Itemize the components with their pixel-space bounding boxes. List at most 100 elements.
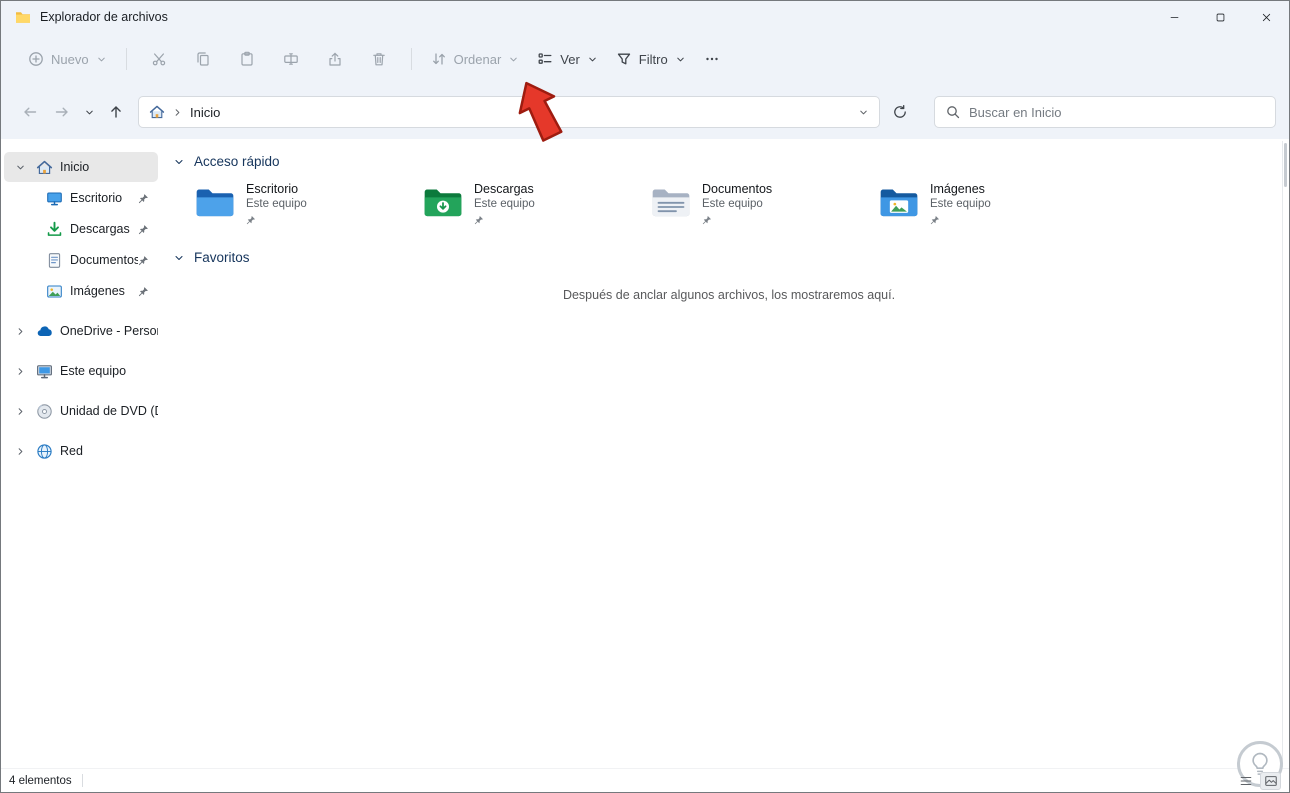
delete-button[interactable] (357, 41, 401, 77)
up-icon (111, 106, 121, 118)
view-button[interactable]: Ver (528, 43, 607, 75)
refresh-button[interactable] (884, 96, 916, 128)
quick-access-item-descargas[interactable]: Descargas Este equipo (423, 182, 651, 225)
pin-icon (138, 193, 149, 204)
minimize-button[interactable] (1151, 1, 1197, 33)
documents-icon (46, 252, 63, 269)
item-text: Escritorio Este equipo (246, 182, 307, 225)
quick-access-item-escritorio[interactable]: Escritorio Este equipo (195, 182, 423, 225)
details-view-button[interactable] (1235, 772, 1256, 790)
expand-chevron[interactable] (4, 446, 36, 457)
folder-documents-icon (651, 185, 691, 219)
toolbar-separator (125, 48, 127, 70)
minimize-icon (1170, 16, 1178, 18)
quick-access-item-imagenes[interactable]: Imágenes Este equipo (879, 182, 1107, 225)
cut-button[interactable] (137, 41, 181, 77)
chevron-right-icon (172, 107, 183, 118)
sidebar-item-este-equipo[interactable]: Este equipo (4, 356, 158, 386)
scrollbar-thumb[interactable] (1284, 143, 1287, 187)
folder-downloads-icon (423, 185, 463, 219)
favorites-section-label: Favoritos (194, 250, 250, 265)
address-location[interactable]: Inicio (190, 105, 220, 120)
item-text: Descargas Este equipo (474, 182, 535, 225)
item-location: Este equipo (474, 198, 535, 210)
item-name: Escritorio (246, 182, 299, 196)
sidebar-item-label: Red (60, 444, 83, 458)
favorites-section-header[interactable]: Favoritos (169, 245, 1289, 270)
scrollbar-track (1282, 141, 1283, 767)
navigation-pane: Inicio Escritorio Descargas Documentos I… (1, 139, 161, 768)
expand-chevron[interactable] (4, 326, 36, 337)
sidebar-item-red[interactable]: Red (4, 436, 158, 466)
paste-icon (240, 51, 253, 66)
share-button[interactable] (313, 41, 357, 77)
search-box[interactable] (934, 96, 1276, 128)
item-name: Descargas (474, 182, 534, 196)
icons-view-button[interactable] (1260, 771, 1281, 790)
item-location: Este equipo (702, 198, 763, 210)
home-icon (36, 159, 53, 176)
sidebar-item-descargas[interactable]: Descargas (4, 214, 158, 244)
item-location: Este equipo (246, 198, 307, 210)
sidebar-item-imagenes[interactable]: Imágenes (4, 276, 158, 306)
items-count: 4 elementos (9, 774, 72, 787)
chevron-down-icon (508, 54, 519, 65)
more-icon (705, 57, 718, 61)
address-dropdown-button[interactable] (858, 107, 869, 118)
sort-icon (432, 53, 445, 65)
downloads-icon (46, 221, 63, 238)
sidebar-item-dvd[interactable]: Unidad de DVD (D:) (4, 396, 158, 426)
sort-button-label: Ordenar (453, 51, 502, 67)
toolbar-separator (410, 48, 412, 70)
rename-button[interactable] (269, 41, 313, 77)
filter-button[interactable]: Filtro (607, 43, 695, 75)
close-icon (1262, 13, 1270, 21)
search-input[interactable] (969, 104, 1265, 120)
copy-button[interactable] (181, 41, 225, 77)
folder-pictures-icon (879, 185, 919, 219)
share-icon (328, 52, 341, 66)
recent-locations-button[interactable] (78, 96, 100, 128)
maximize-button[interactable] (1197, 1, 1243, 33)
sidebar-item-label: Descargas (70, 222, 130, 236)
item-location: Este equipo (930, 198, 991, 210)
rename-icon (283, 53, 298, 65)
recent-locations-icon (84, 107, 95, 118)
chevron-right-icon (15, 406, 26, 417)
sidebar-item-escritorio[interactable]: Escritorio (4, 183, 158, 213)
filter-icon (617, 53, 630, 65)
chevron-down-icon (587, 54, 598, 65)
forward-button[interactable] (46, 96, 78, 128)
sidebar-item-documentos[interactable]: Documentos (4, 245, 158, 275)
pin-icon (702, 215, 712, 225)
dvd-icon (36, 403, 53, 420)
quick-access-section-header[interactable]: Acceso rápido (169, 149, 1289, 174)
more-options-button[interactable] (695, 43, 729, 75)
address-bar[interactable]: Inicio (138, 96, 880, 128)
expand-chevron[interactable] (4, 366, 36, 377)
favorites-empty-message: Después de anclar algunos archivos, los … (562, 288, 896, 302)
quick-access-item-documentos[interactable]: Documentos Este equipo (651, 182, 879, 225)
sort-button[interactable]: Ordenar (422, 43, 529, 75)
paste-button[interactable] (225, 41, 269, 77)
close-button[interactable] (1243, 1, 1289, 33)
sidebar-item-onedrive[interactable]: OneDrive - Personal (4, 316, 158, 346)
pin-icon (138, 286, 149, 297)
new-button[interactable]: Nuevo (19, 43, 116, 75)
window-controls (1151, 1, 1289, 33)
home-icon (149, 104, 165, 120)
sidebar-item-label: OneDrive - Personal (60, 324, 158, 338)
command-bar: Nuevo Ordenar Ver Filtro (1, 33, 1289, 85)
expand-chevron[interactable] (4, 406, 36, 417)
view-icon (538, 53, 552, 64)
app-folder-icon (16, 12, 30, 23)
status-separator (81, 774, 83, 787)
onedrive-icon (36, 323, 53, 340)
up-button[interactable] (100, 96, 132, 128)
status-bar: 4 elementos (1, 768, 1289, 792)
titlebar: Explorador de archivos (1, 1, 1289, 33)
sidebar-item-inicio[interactable]: Inicio (4, 152, 158, 182)
collapse-chevron[interactable] (4, 162, 36, 173)
back-button[interactable] (14, 96, 46, 128)
sidebar-item-label: Unidad de DVD (D:) (60, 404, 158, 418)
